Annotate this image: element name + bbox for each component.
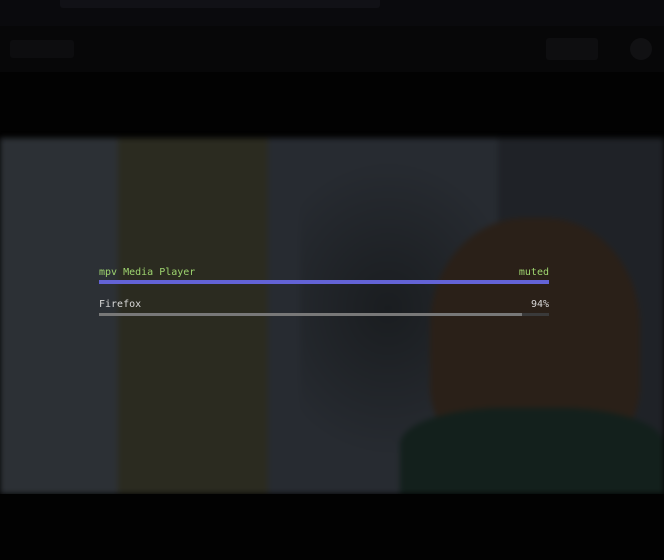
- mixer-row-mpv[interactable]: mpv Media Player muted: [99, 267, 549, 285]
- browser-tab-bar: [0, 0, 664, 26]
- volume-bar[interactable]: [99, 280, 549, 284]
- browser-nav-bar: [0, 26, 664, 72]
- volume-value: muted: [518, 267, 549, 278]
- app-name-label: Firefox: [99, 299, 142, 310]
- app-name-label: mpv Media Player: [99, 267, 196, 278]
- bottom-letterbox: [0, 494, 664, 560]
- mixer-row-firefox[interactable]: Firefox 94%: [99, 299, 549, 317]
- nav-action-region: [546, 38, 598, 60]
- volume-bar-fill: [99, 280, 549, 284]
- volume-value: 94%: [530, 299, 549, 310]
- volume-bar[interactable]: [99, 313, 549, 316]
- video-person-coat: [400, 408, 664, 494]
- screen: mpv Media Player muted Firefox 94%: [0, 0, 664, 560]
- avatar: [630, 38, 652, 60]
- volume-bar-fill: [99, 313, 522, 316]
- nav-back-region: [10, 40, 74, 58]
- browser-tab: [60, 0, 380, 8]
